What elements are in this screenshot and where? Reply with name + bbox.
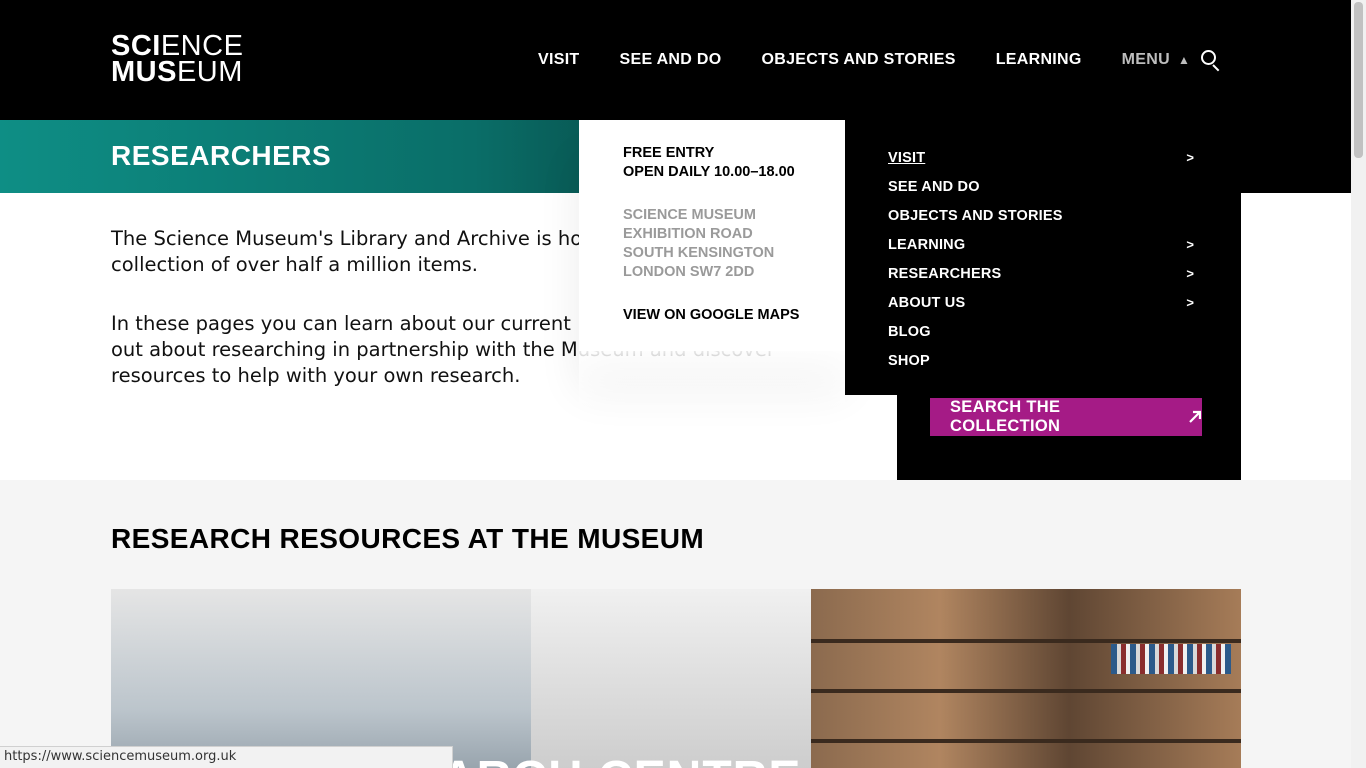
chevron-right-icon[interactable]: >	[1186, 266, 1194, 281]
chevron-right-icon[interactable]: >	[1186, 150, 1194, 165]
address-line: SCIENCE MUSEUM	[623, 207, 756, 223]
research-resources-section: RESEARCH RESOURCES AT THE MUSEUM ARCH CE…	[0, 480, 1351, 768]
menu-links-panel: VISIT > SEE AND DO OBJECTS AND STORIES LE…	[845, 120, 1241, 395]
chevron-right-icon[interactable]: >	[1186, 237, 1194, 252]
search-collection-label: SEARCH THE COLLECTION	[950, 398, 1061, 435]
menu-item-see-and-do[interactable]: SEE AND DO	[888, 172, 1198, 201]
hero-caption: ARCH CENTRE	[441, 751, 801, 768]
page-scrollbar[interactable]	[1351, 0, 1366, 768]
search-icon[interactable]	[1201, 50, 1223, 72]
address-line: EXHIBITION ROAD	[623, 226, 753, 242]
free-entry-text: FREE ENTRY	[623, 145, 715, 161]
nav-objects-and-stories[interactable]: OBJECTS AND STORIES	[762, 51, 956, 69]
menu-item-label[interactable]: OBJECTS AND STORIES	[888, 208, 1063, 224]
opening-hours: FREE ENTRY OPEN DAILY 10.00–18.00	[623, 144, 795, 182]
triangle-up-icon: ▲	[1177, 53, 1191, 67]
menu-item-visit[interactable]: VISIT >	[888, 143, 1198, 172]
menu-info-panel: FREE ENTRY OPEN DAILY 10.00–18.00 SCIENC…	[579, 120, 845, 351]
intro-p1-line1: The Science Museum's Library and Archive…	[111, 227, 583, 250]
menu-item-objects-and-stories[interactable]: OBJECTS AND STORIES	[888, 201, 1198, 230]
chevron-right-icon[interactable]: >	[1186, 295, 1194, 310]
site-header: SCIENCE MUSEUM VISIT SEE AND DO OBJECTS …	[0, 0, 1351, 120]
menu-item-researchers[interactable]: RESEARCHERS >	[888, 259, 1198, 288]
menu-item-label[interactable]: RESEARCHERS	[888, 266, 1001, 282]
intro-p1-line2: collection of over half a million items.	[111, 253, 478, 276]
intro-p2-line3: resources to help with your own research…	[111, 364, 521, 387]
open-daily-text: OPEN DAILY 10.00–18.00	[623, 164, 795, 180]
menu-item-label[interactable]: LEARNING	[888, 237, 965, 253]
menu-item-shop[interactable]: SHOP	[888, 346, 1198, 375]
external-arrow-icon	[1189, 410, 1202, 423]
logo-line2-bold: MUS	[111, 56, 177, 88]
menu-item-learning[interactable]: LEARNING >	[888, 230, 1198, 259]
menu-shadow	[579, 351, 845, 421]
address-line: LONDON SW7 2DD	[623, 264, 755, 280]
browser-status-bar: https://www.sciencemuseum.org.uk	[0, 746, 453, 768]
nav-visit[interactable]: VISIT	[538, 51, 580, 69]
address-line: SOUTH KENSINGTON	[623, 245, 775, 261]
menu-item-label[interactable]: VISIT	[888, 150, 925, 166]
menu-item-label[interactable]: ABOUT US	[888, 295, 965, 311]
research-centre-image[interactable]: ARCH CENTRE	[111, 589, 1241, 768]
menu-item-label[interactable]: SEE AND DO	[888, 179, 980, 195]
section-heading: RESEARCH RESOURCES AT THE MUSEUM	[111, 523, 705, 554]
search-collection-button[interactable]: SEARCH THE COLLECTION	[930, 398, 1202, 436]
menu-item-blog[interactable]: BLOG	[888, 317, 1198, 346]
menu-button[interactable]: MENU ▲	[1122, 51, 1191, 69]
google-maps-link[interactable]: VIEW ON GOOGLE MAPS	[623, 307, 799, 323]
menu-label: MENU	[1121, 51, 1170, 68]
scrollbar-thumb[interactable]	[1354, 2, 1363, 158]
science-museum-logo[interactable]: SCIENCE MUSEUM	[111, 32, 243, 88]
intro-p2-line1: In these pages you can learn about our c…	[111, 312, 571, 335]
main-nav: VISIT SEE AND DO OBJECTS AND STORIES LEA…	[538, 48, 1190, 72]
logo-line2-thin: EUM	[176, 56, 243, 88]
museum-address: SCIENCE MUSEUM EXHIBITION ROAD SOUTH KEN…	[623, 206, 774, 282]
menu-item-about-us[interactable]: ABOUT US >	[888, 288, 1198, 317]
page-title: RESEARCHERS	[111, 140, 332, 171]
nav-learning[interactable]: LEARNING	[996, 51, 1082, 69]
menu-list: VISIT > SEE AND DO OBJECTS AND STORIES LE…	[888, 143, 1198, 375]
nav-see-and-do[interactable]: SEE AND DO	[620, 51, 722, 69]
menu-item-label[interactable]: BLOG	[888, 324, 931, 340]
menu-item-label[interactable]: SHOP	[888, 353, 930, 369]
